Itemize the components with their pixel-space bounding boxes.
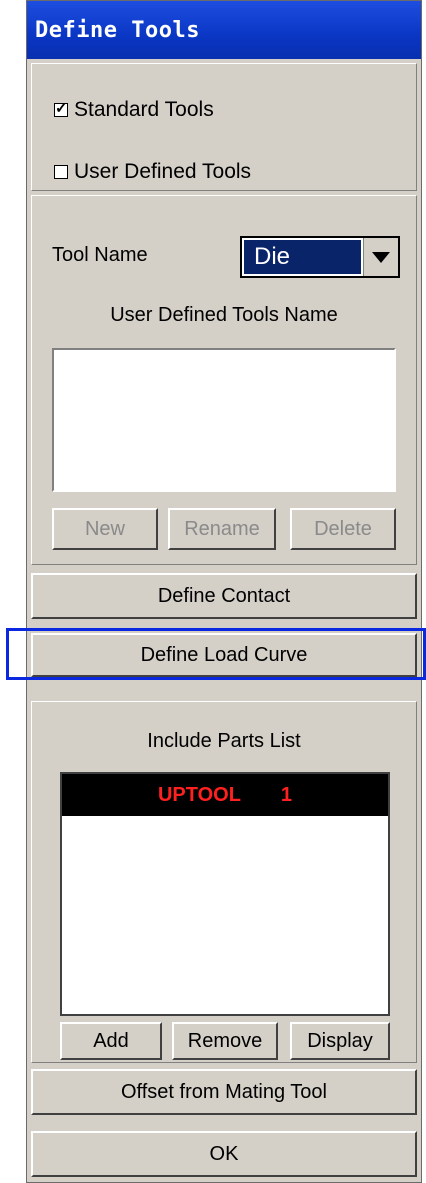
checkbox-unchecked-icon[interactable] <box>54 165 68 179</box>
list-item[interactable]: UPTOOL 1 <box>62 774 388 816</box>
remove-part-button[interactable]: Remove <box>172 1022 278 1060</box>
window-title: Define Tools <box>35 17 200 43</box>
include-parts-list[interactable]: UPTOOL 1 <box>60 772 390 1016</box>
delete-button[interactable]: Delete <box>290 508 396 550</box>
checkbox-checked-icon[interactable]: ✓ <box>54 100 68 117</box>
define-load-curve-button[interactable]: Define Load Curve <box>31 633 417 677</box>
offset-from-mating-tool-button[interactable]: Offset from Mating Tool <box>31 1069 417 1115</box>
new-button[interactable]: New <box>52 508 158 550</box>
user-defined-tools-checkbox[interactable]: User Defined Tools <box>54 160 251 184</box>
define-contact-button[interactable]: Define Contact <box>31 573 417 619</box>
display-part-button[interactable]: Display <box>290 1022 390 1060</box>
tool-name-value: Die <box>244 240 361 274</box>
dropdown-arrow-icon[interactable] <box>363 238 398 276</box>
define-tools-window: Define Tools ✓ Standard Tools User Defin… <box>0 0 426 1183</box>
tool-name-dropdown[interactable]: Die <box>240 236 400 278</box>
standard-tools-checkbox[interactable]: ✓ Standard Tools <box>54 98 214 122</box>
tool-name-panel: Tool Name Die User Defined Tools Name Ne… <box>31 195 417 565</box>
part-id: 1 <box>280 783 293 806</box>
dialog-frame: Define Tools ✓ Standard Tools User Defin… <box>26 0 422 1183</box>
include-parts-list-title: Include Parts List <box>147 730 301 752</box>
include-parts-panel: Include Parts List UPTOOL 1 Add Remove D… <box>31 701 417 1063</box>
options-panel: ✓ Standard Tools User Defined Tools <box>31 63 417 191</box>
part-name: UPTOOL <box>157 783 241 806</box>
user-defined-tools-name-label: User Defined Tools Name <box>110 304 338 326</box>
user-defined-tools-label: User Defined Tools <box>74 160 252 183</box>
tool-name-label: Tool Name <box>52 244 148 266</box>
rename-button[interactable]: Rename <box>168 508 276 550</box>
title-bar[interactable]: Define Tools <box>27 1 421 59</box>
standard-tools-label: Standard Tools <box>74 98 214 121</box>
user-defined-tools-list[interactable] <box>52 348 396 492</box>
ok-button[interactable]: OK <box>31 1131 417 1177</box>
add-part-button[interactable]: Add <box>60 1022 162 1060</box>
